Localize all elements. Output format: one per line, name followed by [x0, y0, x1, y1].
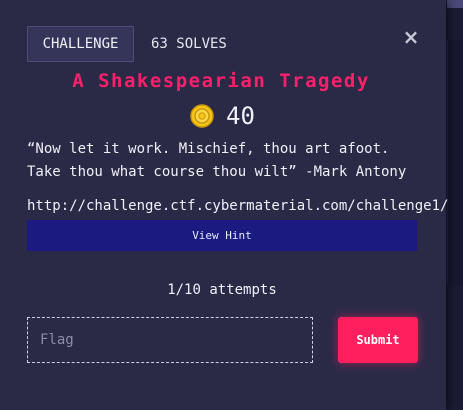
challenge-tab[interactable]: CHALLENGE	[27, 26, 134, 62]
description-line: Take thou what course thou wilt” -Mark A…	[27, 164, 407, 180]
points-row: 40	[190, 100, 255, 132]
close-icon[interactable]: ×	[402, 25, 420, 49]
view-hint-button[interactable]: View Hint	[27, 220, 417, 251]
submit-button[interactable]: Submit	[338, 317, 418, 363]
background-page-panel	[447, 40, 463, 285]
challenge-modal: CHALLENGE 63 SOLVES × A Shakespearian Tr…	[0, 0, 448, 410]
solves-tab[interactable]: 63 SOLVES	[151, 36, 227, 52]
challenge-description: “Now let it work. Mischief, thou art afo…	[27, 138, 442, 184]
challenge-tab-label: CHALLENGE	[42, 36, 119, 52]
coin-icon	[190, 104, 214, 128]
background-page-header	[447, 0, 463, 8]
attempts-counter: 1/10 attempts	[167, 282, 277, 298]
flag-input[interactable]	[27, 317, 313, 363]
challenge-title: A Shakespearian Tragedy	[72, 70, 370, 92]
points-value: 40	[226, 102, 255, 130]
challenge-url[interactable]: http://challenge.ctf.cybermaterial.com/c…	[27, 198, 448, 214]
description-line: “Now let it work. Mischief, thou art afo…	[27, 141, 390, 157]
